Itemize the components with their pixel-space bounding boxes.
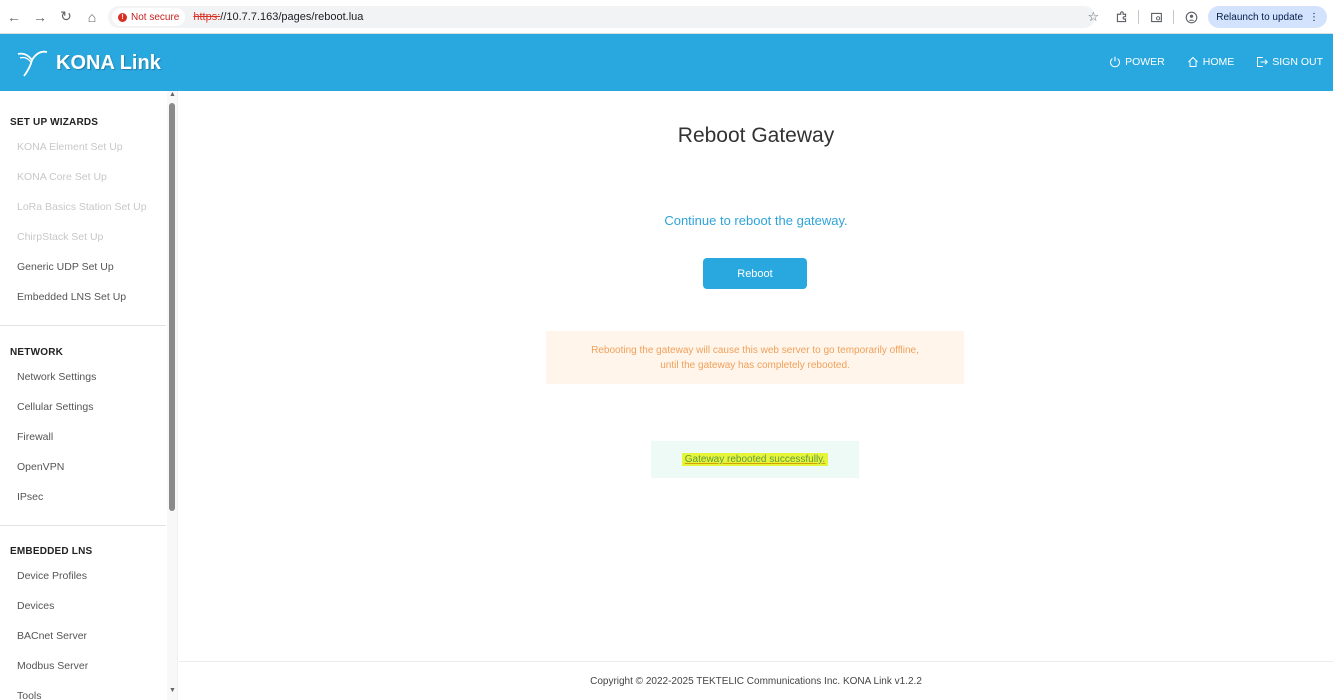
section-title: NETWORK (10, 347, 64, 358)
scroll-down-icon[interactable]: ▼ (167, 687, 177, 694)
tab-search-icon[interactable] (1145, 6, 1167, 28)
scroll-up-icon[interactable]: ▲ (167, 91, 177, 98)
power-button[interactable]: POWER (1109, 56, 1165, 68)
sign-out-icon (1257, 57, 1269, 67)
sidebar-item-cellular-settings[interactable]: Cellular Settings (10, 392, 96, 422)
sidebar-item-openvpn[interactable]: OpenVPN (10, 452, 96, 482)
footer: Copyright © 2022-2025 TEKTELIC Communica… (179, 661, 1333, 700)
top-nav: POWER HOME SIGN OUT (1109, 56, 1323, 68)
warning-icon: ! (118, 12, 127, 22)
power-label: POWER (1125, 56, 1165, 68)
sidebar-item-network-settings[interactable]: Network Settings (10, 362, 96, 392)
toolbar-divider (1173, 10, 1175, 24)
section-title: SET UP WIZARDS (10, 117, 99, 128)
sign-out-button[interactable]: SIGN OUT (1256, 56, 1323, 68)
page-title: Reboot Gateway (677, 124, 835, 147)
home-label: HOME (1202, 56, 1235, 68)
kona-logo-icon (17, 50, 48, 77)
sidebar-item-devices[interactable]: Devices (10, 591, 92, 621)
sidebar-item-chirpstack[interactable]: ChirpStack Set Up (10, 222, 147, 252)
home-button[interactable]: HOME (1187, 56, 1235, 68)
sidebar-item-kona-core[interactable]: KONA Core Set Up (10, 162, 147, 192)
sidebar-section-network: NETWORK Network Settings Cellular Settin… (0, 347, 96, 512)
sidebar-section-setup-wizards: SET UP WIZARDS KONA Element Set Up KONA … (0, 117, 147, 312)
url-path: //10.7.7.163/pages/reboot.lua (220, 11, 364, 23)
security-chip[interactable]: ! Not secure (112, 8, 186, 26)
sidebar-item-tools[interactable]: Tools (10, 681, 92, 700)
bookmark-star-icon[interactable]: ☆ (1082, 6, 1104, 28)
copyright-text: Copyright © 2022-2025 TEKTELIC Communica… (590, 675, 922, 687)
sidebar-item-embedded-lns-setup[interactable]: Embedded LNS Set Up (10, 282, 147, 312)
sidebar-scrollbar[interactable]: ▲ ▼ (167, 91, 177, 700)
intro-text: Continue to reboot the gateway. (664, 213, 848, 228)
reboot-button[interactable]: Reboot (703, 258, 807, 289)
app-header: KONA Link POWER HOME SIGN OUT (0, 34, 1333, 91)
brand[interactable]: KONA Link (14, 48, 161, 78)
sidebar-item-generic-udp[interactable]: Generic UDP Set Up (10, 252, 147, 282)
power-icon (1110, 56, 1120, 68)
relaunch-button[interactable]: Relaunch to update ⋮ (1208, 6, 1327, 28)
extensions-icon[interactable] (1110, 6, 1132, 28)
security-label: Not secure (131, 11, 180, 23)
sidebar-item-modbus-server[interactable]: Modbus Server (10, 651, 92, 681)
sidebar-item-device-profiles[interactable]: Device Profiles (10, 561, 92, 591)
more-icon: ⋮ (1309, 11, 1319, 23)
sidebar-divider (0, 525, 166, 526)
success-alert: Gateway rebooted successfully. (651, 441, 859, 478)
scroll-thumb[interactable] (169, 103, 175, 511)
forward-icon[interactable]: → (28, 5, 52, 29)
sidebar-item-firewall[interactable]: Firewall (10, 422, 96, 452)
sidebar-item-ipsec[interactable]: IPsec (10, 482, 96, 512)
home-icon (1187, 56, 1198, 67)
browser-toolbar: ← → ↻ ⌂ ! Not secure https: //10.7.7.163… (0, 0, 1333, 34)
brand-name: KONA Link (56, 51, 161, 74)
sidebar-divider (0, 325, 166, 326)
sidebar-item-kona-element[interactable]: KONA Element Set Up (10, 132, 147, 162)
home-page-icon[interactable]: ⌂ (80, 5, 104, 29)
profile-icon[interactable] (1180, 6, 1202, 28)
success-message: Gateway rebooted successfully. (681, 453, 829, 466)
relaunch-label: Relaunch to update (1216, 11, 1303, 23)
sidebar: SET UP WIZARDS KONA Element Set Up KONA … (0, 91, 178, 700)
main-content: Reboot Gateway Continue to reboot the ga… (179, 91, 1333, 700)
back-icon[interactable]: ← (2, 5, 26, 29)
section-title: EMBEDDED LNS (10, 546, 93, 557)
sidebar-item-lora-basics[interactable]: LoRa Basics Station Set Up (10, 192, 147, 222)
warning-line: until the gateway has completely reboote… (660, 359, 850, 371)
toolbar-divider (1138, 10, 1140, 24)
sidebar-section-embedded-lns: EMBEDDED LNS Device Profiles Devices BAC… (0, 546, 92, 700)
warning-alert: Rebooting the gateway will cause this we… (546, 331, 964, 384)
sidebar-item-bacnet-server[interactable]: BACnet Server (10, 621, 92, 651)
sign-out-label: SIGN OUT (1272, 56, 1323, 68)
url-scheme: https: (193, 11, 221, 23)
address-bar[interactable]: ! Not secure https: //10.7.7.163/pages/r… (108, 6, 1095, 28)
warning-line: Rebooting the gateway will cause this we… (591, 344, 919, 356)
reload-icon[interactable]: ↻ (54, 5, 78, 29)
